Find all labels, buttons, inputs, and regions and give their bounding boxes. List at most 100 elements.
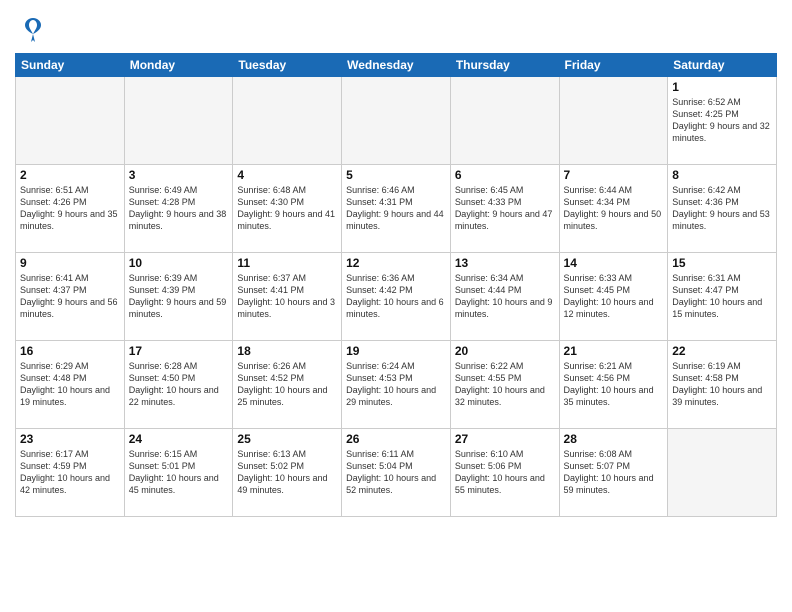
day-number: 21	[564, 344, 664, 358]
day-number: 23	[20, 432, 120, 446]
calendar-cell: 14 Sunrise: 6:33 AM Sunset: 4:45 PM Dayli…	[559, 253, 668, 341]
calendar-cell: 12 Sunrise: 6:36 AM Sunset: 4:42 PM Dayli…	[342, 253, 451, 341]
day-info: Sunrise: 6:15 AM Sunset: 5:01 PM Dayligh…	[129, 448, 229, 497]
logo-bird-icon	[19, 14, 47, 47]
calendar-cell: 13 Sunrise: 6:34 AM Sunset: 4:44 PM Dayli…	[450, 253, 559, 341]
calendar-cell	[342, 77, 451, 165]
day-number: 8	[672, 168, 772, 182]
calendar-cell: 3 Sunrise: 6:49 AM Sunset: 4:28 PM Daylig…	[124, 165, 233, 253]
calendar-cell	[450, 77, 559, 165]
calendar-cell: 23 Sunrise: 6:17 AM Sunset: 4:59 PM Dayli…	[16, 429, 125, 517]
day-info: Sunrise: 6:22 AM Sunset: 4:55 PM Dayligh…	[455, 360, 555, 409]
day-info: Sunrise: 6:33 AM Sunset: 4:45 PM Dayligh…	[564, 272, 664, 321]
weekday-header-tuesday: Tuesday	[233, 54, 342, 77]
calendar-cell: 27Sunrise: 6:10 AM Sunset: 5:06 PM Dayli…	[450, 429, 559, 517]
day-info: Sunrise: 6:41 AM Sunset: 4:37 PM Dayligh…	[20, 272, 120, 321]
day-number: 6	[455, 168, 555, 182]
calendar-cell: 24 Sunrise: 6:15 AM Sunset: 5:01 PM Dayli…	[124, 429, 233, 517]
day-number: 20	[455, 344, 555, 358]
day-number: 2	[20, 168, 120, 182]
day-number: 18	[237, 344, 337, 358]
calendar-cell: 9 Sunrise: 6:41 AM Sunset: 4:37 PM Daylig…	[16, 253, 125, 341]
calendar-cell: 25Sunrise: 6:13 AM Sunset: 5:02 PM Dayli…	[233, 429, 342, 517]
weekday-header-row: SundayMondayTuesdayWednesdayThursdayFrid…	[16, 54, 777, 77]
day-info: Sunrise: 6:51 AM Sunset: 4:26 PM Dayligh…	[20, 184, 120, 233]
calendar-cell: 7 Sunrise: 6:44 AM Sunset: 4:34 PM Daylig…	[559, 165, 668, 253]
day-number: 19	[346, 344, 446, 358]
day-info: Sunrise: 6:39 AM Sunset: 4:39 PM Dayligh…	[129, 272, 229, 321]
day-number: 15	[672, 256, 772, 270]
day-number: 13	[455, 256, 555, 270]
day-info: Sunrise: 6:29 AM Sunset: 4:48 PM Dayligh…	[20, 360, 120, 409]
day-number: 22	[672, 344, 772, 358]
calendar-cell: 28 Sunrise: 6:08 AM Sunset: 5:07 PM Dayli…	[559, 429, 668, 517]
day-info: Sunrise: 6:13 AM Sunset: 5:02 PM Dayligh…	[237, 448, 337, 497]
day-number: 14	[564, 256, 664, 270]
calendar-cell: 11Sunrise: 6:37 AM Sunset: 4:41 PM Dayli…	[233, 253, 342, 341]
weekday-header-monday: Monday	[124, 54, 233, 77]
day-number: 4	[237, 168, 337, 182]
day-info: Sunrise: 6:42 AM Sunset: 4:36 PM Dayligh…	[672, 184, 772, 233]
day-info: Sunrise: 6:19 AM Sunset: 4:58 PM Dayligh…	[672, 360, 772, 409]
week-row-4: 16 Sunrise: 6:29 AM Sunset: 4:48 PM Dayli…	[16, 341, 777, 429]
day-number: 26	[346, 432, 446, 446]
day-number: 1	[672, 80, 772, 94]
day-number: 27	[455, 432, 555, 446]
weekday-header-friday: Friday	[559, 54, 668, 77]
day-info: Sunrise: 6:31 AM Sunset: 4:47 PM Dayligh…	[672, 272, 772, 321]
calendar-cell	[559, 77, 668, 165]
day-number: 24	[129, 432, 229, 446]
day-info: Sunrise: 6:08 AM Sunset: 5:07 PM Dayligh…	[564, 448, 664, 497]
calendar-cell: 19 Sunrise: 6:24 AM Sunset: 4:53 PM Dayli…	[342, 341, 451, 429]
calendar-table: SundayMondayTuesdayWednesdayThursdayFrid…	[15, 53, 777, 517]
day-info: Sunrise: 6:46 AM Sunset: 4:31 PM Dayligh…	[346, 184, 446, 233]
weekday-header-wednesday: Wednesday	[342, 54, 451, 77]
day-info: Sunrise: 6:28 AM Sunset: 4:50 PM Dayligh…	[129, 360, 229, 409]
day-number: 28	[564, 432, 664, 446]
weekday-header-thursday: Thursday	[450, 54, 559, 77]
header	[15, 10, 777, 47]
calendar-cell: 2 Sunrise: 6:51 AM Sunset: 4:26 PM Daylig…	[16, 165, 125, 253]
day-info: Sunrise: 6:44 AM Sunset: 4:34 PM Dayligh…	[564, 184, 664, 233]
day-info: Sunrise: 6:36 AM Sunset: 4:42 PM Dayligh…	[346, 272, 446, 321]
day-number: 3	[129, 168, 229, 182]
calendar-cell: 10 Sunrise: 6:39 AM Sunset: 4:39 PM Dayli…	[124, 253, 233, 341]
day-number: 12	[346, 256, 446, 270]
day-number: 9	[20, 256, 120, 270]
calendar-cell: 1 Sunrise: 6:52 AM Sunset: 4:25 PM Daylig…	[668, 77, 777, 165]
weekday-header-sunday: Sunday	[16, 54, 125, 77]
day-number: 5	[346, 168, 446, 182]
calendar-cell	[233, 77, 342, 165]
day-info: Sunrise: 6:26 AM Sunset: 4:52 PM Dayligh…	[237, 360, 337, 409]
day-number: 16	[20, 344, 120, 358]
day-info: Sunrise: 6:49 AM Sunset: 4:28 PM Dayligh…	[129, 184, 229, 233]
calendar-cell: 6 Sunrise: 6:45 AM Sunset: 4:33 PM Daylig…	[450, 165, 559, 253]
calendar-cell: 26 Sunrise: 6:11 AM Sunset: 5:04 PM Dayli…	[342, 429, 451, 517]
calendar-cell: 5 Sunrise: 6:46 AM Sunset: 4:31 PM Daylig…	[342, 165, 451, 253]
calendar-cell: 21 Sunrise: 6:21 AM Sunset: 4:56 PM Dayli…	[559, 341, 668, 429]
day-info: Sunrise: 6:21 AM Sunset: 4:56 PM Dayligh…	[564, 360, 664, 409]
calendar-cell	[16, 77, 125, 165]
weekday-header-saturday: Saturday	[668, 54, 777, 77]
day-number: 7	[564, 168, 664, 182]
day-number: 10	[129, 256, 229, 270]
day-info: Sunrise: 6:45 AM Sunset: 4:33 PM Dayligh…	[455, 184, 555, 233]
calendar-cell: 18 Sunrise: 6:26 AM Sunset: 4:52 PM Dayli…	[233, 341, 342, 429]
day-info: Sunrise: 6:11 AM Sunset: 5:04 PM Dayligh…	[346, 448, 446, 497]
day-info: Sunrise: 6:24 AM Sunset: 4:53 PM Dayligh…	[346, 360, 446, 409]
logo	[15, 14, 47, 47]
day-info: Sunrise: 6:34 AM Sunset: 4:44 PM Dayligh…	[455, 272, 555, 321]
calendar-cell: 15 Sunrise: 6:31 AM Sunset: 4:47 PM Dayli…	[668, 253, 777, 341]
calendar-cell: 22 Sunrise: 6:19 AM Sunset: 4:58 PM Dayli…	[668, 341, 777, 429]
day-number: 17	[129, 344, 229, 358]
day-info: Sunrise: 6:17 AM Sunset: 4:59 PM Dayligh…	[20, 448, 120, 497]
calendar-cell	[124, 77, 233, 165]
week-row-1: 1 Sunrise: 6:52 AM Sunset: 4:25 PM Daylig…	[16, 77, 777, 165]
day-number: 11	[237, 256, 337, 270]
calendar-cell	[668, 429, 777, 517]
day-info: Sunrise: 6:52 AM Sunset: 4:25 PM Dayligh…	[672, 96, 772, 145]
calendar-cell: 4Sunrise: 6:48 AM Sunset: 4:30 PM Daylig…	[233, 165, 342, 253]
week-row-3: 9 Sunrise: 6:41 AM Sunset: 4:37 PM Daylig…	[16, 253, 777, 341]
week-row-2: 2 Sunrise: 6:51 AM Sunset: 4:26 PM Daylig…	[16, 165, 777, 253]
calendar-cell: 8 Sunrise: 6:42 AM Sunset: 4:36 PM Daylig…	[668, 165, 777, 253]
